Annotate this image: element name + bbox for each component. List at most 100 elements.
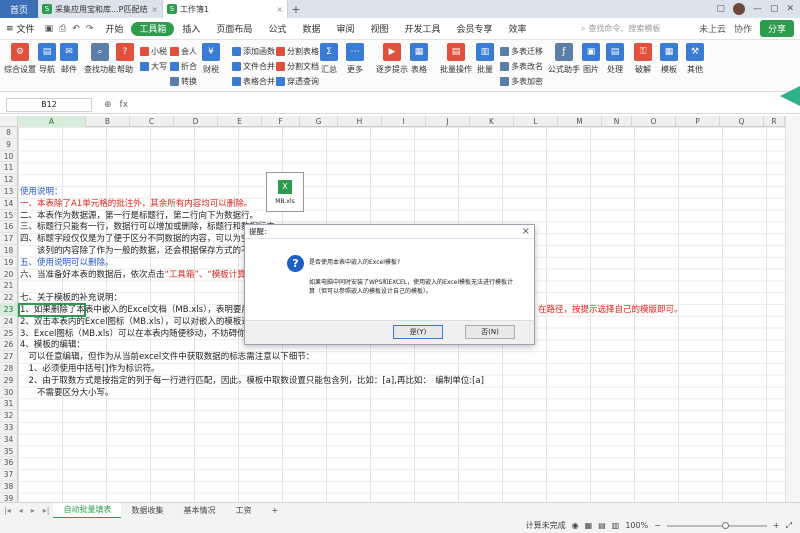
row-header[interactable]: 20 <box>0 268 18 281</box>
formula-input[interactable] <box>136 98 800 112</box>
row-header[interactable]: 10 <box>0 150 18 163</box>
col-i[interactable]: I <box>382 116 426 127</box>
yes-button[interactable]: 是(Y) <box>393 325 443 339</box>
col-g[interactable]: G <box>300 116 338 127</box>
add-sheet-button[interactable]: + <box>261 503 288 519</box>
col-o[interactable]: O <box>632 116 676 127</box>
sheet-tab-auto-fill[interactable]: 自动批量填表 <box>53 502 122 519</box>
normal-view-icon[interactable]: ▦ <box>585 521 593 530</box>
minimize-icon[interactable]: — <box>753 4 762 14</box>
row-header[interactable]: 25 <box>0 327 18 340</box>
row-header[interactable]: 17 <box>0 233 18 245</box>
sheet-tab-data-collect[interactable]: 数据收集 <box>121 503 173 519</box>
print-icon[interactable]: ⎙ <box>59 24 66 34</box>
col-e[interactable]: E <box>218 116 262 127</box>
row-header[interactable]: 28 <box>0 363 18 375</box>
tool-merge-people[interactable]: 会人 <box>170 46 197 57</box>
row-header[interactable]: 14 <box>0 197 18 210</box>
zoom-in-button[interactable]: + <box>773 521 780 530</box>
row-header[interactable]: 19 <box>0 256 18 269</box>
row-header[interactable]: 26 <box>0 339 18 352</box>
page-view-icon[interactable]: ▤ <box>598 521 606 530</box>
row-header[interactable]: 18 <box>0 245 18 257</box>
nav-button[interactable]: ▤ 导航 <box>38 43 56 75</box>
vertical-scrollbar[interactable] <box>785 116 800 502</box>
row-header[interactable]: 37 <box>0 469 18 481</box>
file-menu[interactable]: ≡ 文件 <box>0 22 41 36</box>
tool-multi-migrate[interactable]: 多表迁移 <box>500 46 543 57</box>
undo-icon[interactable]: ↶ <box>72 24 80 34</box>
tool-file-merge[interactable]: 文件合并 <box>232 61 275 72</box>
next-sheet-icon[interactable]: ▸ <box>27 506 39 515</box>
sheet-tab-salary[interactable]: 工资 <box>225 503 261 519</box>
row-header[interactable]: 30 <box>0 386 18 399</box>
mail-button[interactable]: ✉ 邮件 <box>60 43 78 75</box>
col-h[interactable]: H <box>338 116 382 127</box>
col-n[interactable]: N <box>602 116 632 127</box>
finance-button[interactable]: ¥ 财税 <box>202 43 220 75</box>
row-header[interactable]: 13 <box>0 186 18 198</box>
row-header[interactable]: 33 <box>0 422 18 434</box>
row-header[interactable]: 29 <box>0 374 18 387</box>
tab-home[interactable]: 首页 <box>0 0 38 18</box>
col-q[interactable]: Q <box>720 116 764 127</box>
tool-small-tax[interactable]: 小税 <box>140 46 167 57</box>
tool-split-table[interactable]: 分割表格 <box>276 46 319 57</box>
last-sheet-icon[interactable]: ▸| <box>39 506 54 515</box>
col-b[interactable]: B <box>86 116 130 127</box>
cloud-status[interactable]: 未上云 <box>699 22 726 35</box>
reading-view-icon[interactable]: ▥ <box>612 521 620 530</box>
menu-page-layout[interactable]: 页面布局 <box>208 22 260 36</box>
image-button[interactable]: ▣ 图片 <box>582 43 600 75</box>
eye-icon[interactable]: ◉ <box>572 521 579 530</box>
batch-button[interactable]: ▥ 批量 <box>476 43 494 75</box>
tool-split-doc[interactable]: 分割文档 <box>276 61 319 72</box>
menu-toolbox[interactable]: 工具箱 <box>131 21 175 36</box>
row-header[interactable]: 23 <box>0 304 18 316</box>
row-header[interactable]: 39 <box>0 492 18 502</box>
menu-review[interactable]: 审阅 <box>328 22 362 36</box>
tool-uppercase[interactable]: 大写 <box>140 61 167 72</box>
col-f[interactable]: F <box>262 116 300 127</box>
close-window-icon[interactable]: ✕ <box>786 4 794 14</box>
batch-ops-button[interactable]: ▤ 批量操作 <box>440 43 472 75</box>
row-header[interactable]: 35 <box>0 445 18 458</box>
col-j[interactable]: J <box>426 116 470 127</box>
save-icon[interactable]: ▣ <box>45 24 54 34</box>
tool-table-merge[interactable]: 表格合并 <box>232 76 275 87</box>
more-button[interactable]: ⋯ 更多 <box>346 43 364 75</box>
row-header[interactable]: 32 <box>0 410 18 422</box>
row-header[interactable]: 9 <box>0 138 18 151</box>
crack-button[interactable]: ⚿ 破解 <box>634 43 652 75</box>
help-button[interactable]: ? 帮助 <box>116 43 134 75</box>
process-button[interactable]: ▤ 处理 <box>606 43 624 75</box>
row-header[interactable]: 36 <box>0 457 18 470</box>
col-m[interactable]: M <box>558 116 602 127</box>
tool-convert[interactable]: 转换 <box>170 76 197 87</box>
sheet-tab-basic-info[interactable]: 基本情况 <box>173 503 225 519</box>
window-icon[interactable]: ▢ <box>716 4 725 14</box>
summary-button[interactable]: Σ 汇总 <box>320 43 338 75</box>
row-header[interactable]: 24 <box>0 315 18 328</box>
other-button[interactable]: ⚒ 其他 <box>686 43 704 75</box>
menu-developer[interactable]: 开发工具 <box>397 22 449 36</box>
row-header[interactable]: 12 <box>0 174 18 186</box>
menu-view[interactable]: 视图 <box>362 22 396 36</box>
fx-icon[interactable]: fx <box>120 100 129 110</box>
tool-penetrate-query[interactable]: 穿透查询 <box>276 76 319 87</box>
step-hint-button[interactable]: ▶ 逐步提示 <box>376 43 408 75</box>
col-l[interactable]: L <box>514 116 558 127</box>
settings-button[interactable]: ⚙ 综合设置 <box>4 43 36 75</box>
close-icon[interactable]: × <box>151 5 158 14</box>
close-icon[interactable]: × <box>276 5 283 14</box>
row-header[interactable]: 38 <box>0 481 18 493</box>
tool-add-function[interactable]: 添加函数 <box>232 46 275 57</box>
menu-member[interactable]: 会员专享 <box>449 22 501 36</box>
menu-efficiency[interactable]: 效率 <box>501 22 535 36</box>
dialog-close-icon[interactable]: × <box>522 226 530 237</box>
zoom-out-button[interactable]: − <box>654 521 661 530</box>
menu-data[interactable]: 数据 <box>294 22 328 36</box>
tool-multi-rename[interactable]: 多表改名 <box>500 61 543 72</box>
no-button[interactable]: 否(N) <box>465 325 515 339</box>
col-c[interactable]: C <box>130 116 174 127</box>
